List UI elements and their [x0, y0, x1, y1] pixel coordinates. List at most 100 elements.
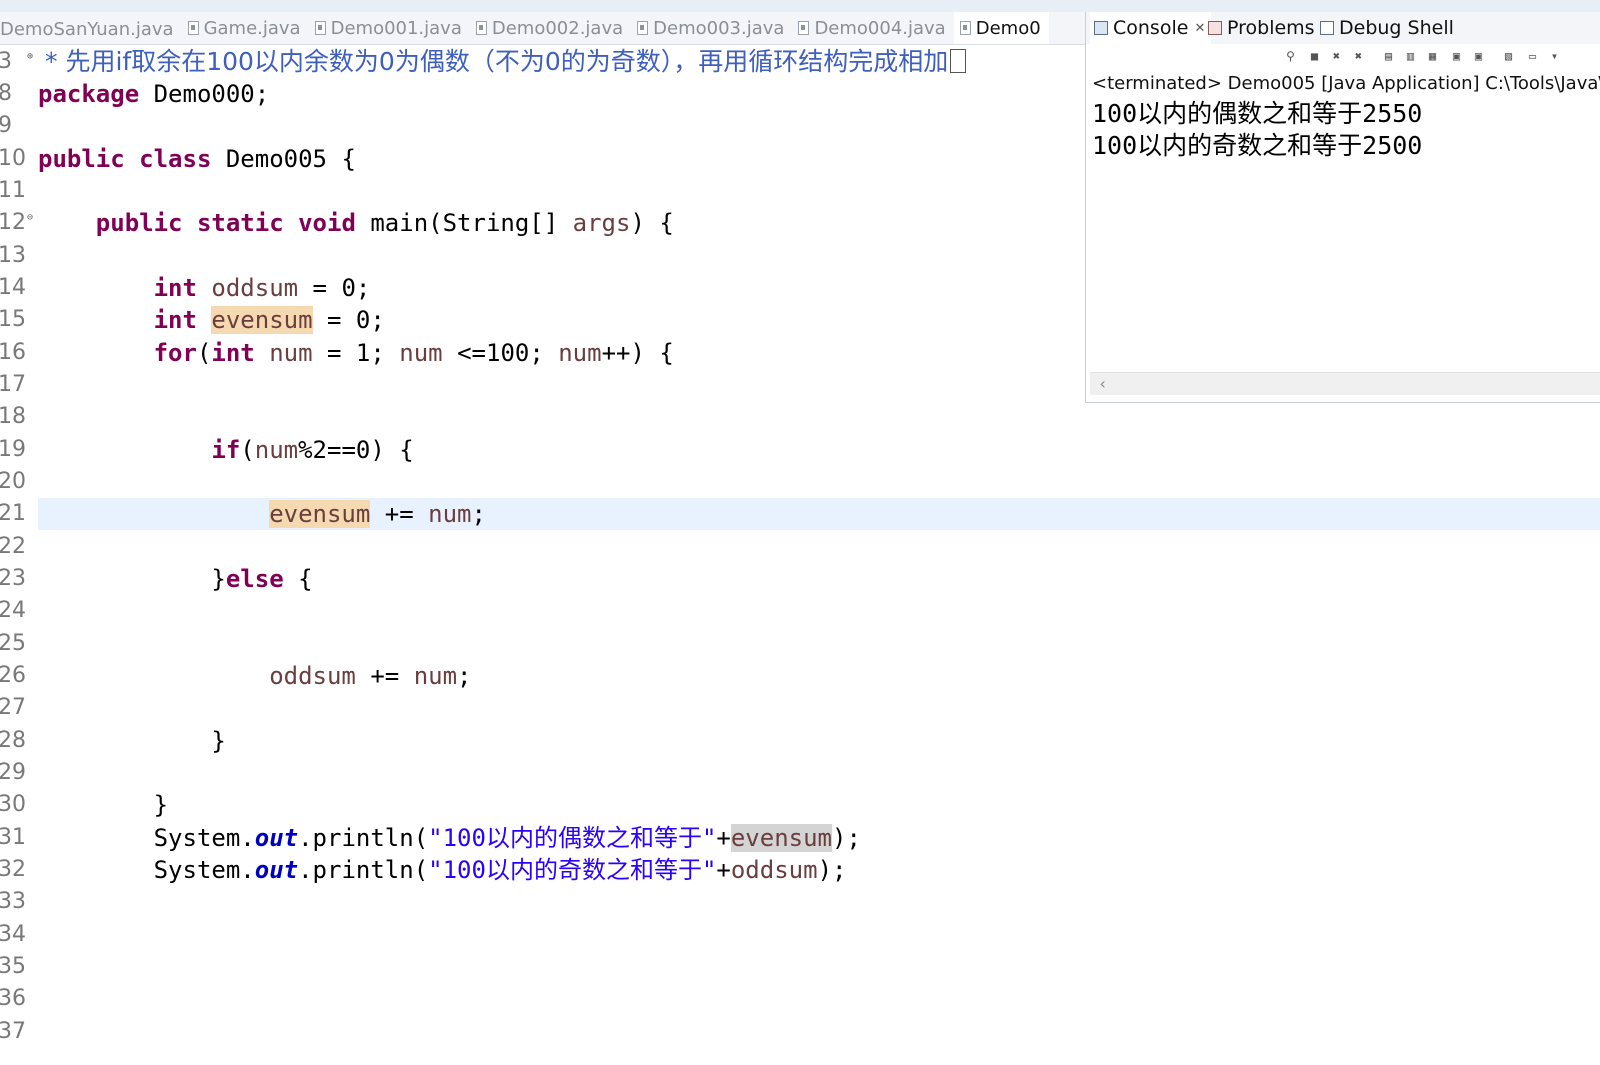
- variable-occurrence: evensum: [211, 306, 313, 334]
- tab-demo005-active[interactable]: Demo0: [953, 12, 1049, 44]
- code-line-36[interactable]: 36: [0, 983, 1090, 1015]
- code-line-35[interactable]: 35: [0, 951, 1090, 983]
- code-line-23[interactable]: 23 }else {: [0, 563, 1090, 595]
- code-line-31[interactable]: 31 System.out.println("100以内的偶数之和等于"+eve…: [0, 822, 1090, 854]
- code-editor[interactable]: 3 ⊕ * 先用if取余在100以内余数为0为偶数（不为0的为奇数），再用循环结构…: [0, 44, 1600, 1065]
- code-line-32[interactable]: 32 System.out.println("100以内的奇数之和等于"+odd…: [0, 854, 1090, 886]
- for-loop: for(int num = 1; num <=100; num++) {: [38, 337, 674, 369]
- code-line-20[interactable]: 20: [0, 466, 1090, 498]
- code-line-13[interactable]: 13: [0, 240, 1090, 272]
- tab-demo002[interactable]: Demo002.java: [470, 12, 631, 44]
- line-number: 9: [0, 113, 12, 138]
- code-line-24[interactable]: 24: [0, 595, 1090, 627]
- console-toolbar: ⚲ ■ ✖ ✖ ▤ ▥ ▦ ▣ ▣ ▧ ▭ ▾: [1086, 44, 1600, 70]
- code-line-19[interactable]: 19 if(num%2==0) {: [0, 434, 1090, 466]
- line-number: 19: [0, 437, 26, 462]
- problems-icon: [1208, 21, 1222, 35]
- static-field: out: [254, 824, 299, 852]
- java-file-icon: [187, 21, 199, 35]
- code-line-8[interactable]: 8 package Demo000;: [0, 78, 1090, 110]
- oddsum-declaration: int oddsum = 0;: [38, 272, 371, 304]
- tab-demo001[interactable]: Demo001.java: [309, 12, 470, 44]
- console-view: Console ✕ Problems Debug Shell ⚲ ■ ✖ ✖ ▤ …: [1085, 12, 1600, 403]
- tab-game[interactable]: Game.java: [182, 12, 309, 44]
- close-icon[interactable]: ✕: [1194, 21, 1205, 36]
- console-output[interactable]: 100以内的偶数之和等于2550 100以内的奇数之和等于2500: [1092, 98, 1600, 162]
- code-line-37[interactable]: 37: [0, 1016, 1090, 1048]
- code-line-18[interactable]: 18: [0, 401, 1090, 433]
- remove-launch-icon[interactable]: ✖: [1330, 50, 1343, 63]
- code-text: .println(: [298, 856, 429, 884]
- java-file-icon: [475, 21, 487, 35]
- tab-debug-shell[interactable]: Debug Shell: [1320, 12, 1454, 44]
- code-text: ) {: [630, 209, 674, 237]
- code-line-9[interactable]: 9: [0, 110, 1090, 142]
- tab-demo003[interactable]: Demo003.java: [631, 12, 792, 44]
- keyword: int: [153, 306, 197, 334]
- code-line-28[interactable]: 28 }: [0, 725, 1090, 757]
- word-wrap-icon[interactable]: ▥: [1404, 50, 1417, 63]
- code-line-22[interactable]: 22: [0, 531, 1090, 563]
- line-number: 13: [0, 243, 26, 268]
- code-line-21[interactable]: 21 evensum += num;: [0, 498, 1090, 530]
- closing-brace: }: [38, 789, 168, 821]
- tab-demosanyuan[interactable]: DemoSanYuan.java: [0, 14, 182, 45]
- static-field: out: [254, 856, 299, 884]
- open-console-icon[interactable]: ▭: [1526, 50, 1539, 63]
- keyword: class: [139, 145, 212, 173]
- fold-collapse-icon[interactable]: ⊖: [27, 212, 33, 223]
- pin-icon[interactable]: ⚲: [1284, 50, 1297, 63]
- tab-problems[interactable]: Problems: [1208, 12, 1315, 44]
- variable: num: [399, 339, 443, 367]
- line-number: 11: [0, 178, 26, 203]
- tab-demo004[interactable]: Demo004.java: [792, 12, 953, 44]
- line-number: 29: [0, 760, 26, 785]
- println-oddsum: System.out.println("100以内的奇数之和等于"+oddsum…: [38, 854, 847, 886]
- if-statement: if(num%2==0) {: [38, 434, 413, 466]
- line-number: 28: [0, 728, 26, 753]
- code-line-3[interactable]: 3 ⊕ * 先用if取余在100以内余数为0为偶数（不为0的为奇数），再用循环结构…: [0, 46, 1090, 78]
- line-number: 24: [0, 598, 26, 623]
- code-line-27[interactable]: 27: [0, 692, 1090, 724]
- scroll-left-icon[interactable]: ‹: [1098, 374, 1108, 393]
- variable-selected: evensum: [730, 824, 833, 852]
- keyword: for: [153, 339, 197, 367]
- variable: num: [558, 339, 602, 367]
- code-text: .println(: [298, 824, 429, 852]
- code-line-25[interactable]: 25: [0, 628, 1090, 660]
- scroll-lock-icon[interactable]: ▤: [1382, 50, 1395, 63]
- code-line-11[interactable]: 11: [0, 175, 1090, 207]
- line-number: 8: [0, 81, 12, 106]
- code-line-15[interactable]: 15 int evensum = 0;: [0, 304, 1090, 336]
- code-text: }: [211, 565, 226, 593]
- keyword: int: [153, 274, 197, 302]
- code-line-10[interactable]: 10 public class Demo005 {: [0, 143, 1090, 175]
- code-text: +: [716, 856, 731, 884]
- code-text: (: [196, 339, 212, 367]
- code-line-29[interactable]: 29: [0, 757, 1090, 789]
- pin-console-icon[interactable]: ▣: [1472, 50, 1485, 63]
- terminate-icon[interactable]: ■: [1308, 50, 1321, 63]
- code-text: }: [211, 727, 226, 755]
- console-horizontal-scrollbar[interactable]: ‹: [1090, 372, 1600, 395]
- keyword: public: [95, 209, 183, 237]
- code-line-30[interactable]: 30 }: [0, 789, 1090, 821]
- code-line-14[interactable]: 14 int oddsum = 0;: [0, 272, 1090, 304]
- code-line-33[interactable]: 33: [0, 886, 1090, 918]
- code-line-34[interactable]: 34: [0, 919, 1090, 951]
- show-on-stderr-icon[interactable]: ▣: [1450, 50, 1463, 63]
- console-tab-bar: Console ✕ Problems Debug Shell: [1086, 12, 1600, 44]
- line-number: 33: [0, 889, 26, 914]
- tab-console[interactable]: Console ✕: [1090, 12, 1212, 44]
- display-console-icon[interactable]: ▧: [1502, 50, 1515, 63]
- code-line-26[interactable]: 26 oddsum += num;: [0, 660, 1090, 692]
- fold-expand-icon[interactable]: ⊕: [27, 51, 33, 62]
- line-number: 25: [0, 631, 26, 656]
- show-on-stdout-icon[interactable]: ▦: [1426, 50, 1439, 63]
- code-line-17[interactable]: 17: [0, 369, 1090, 401]
- java-file-icon: [798, 21, 810, 35]
- code-line-12[interactable]: 12 ⊖ public static void main(String[] arg…: [0, 207, 1090, 239]
- remove-all-icon[interactable]: ✖: [1352, 50, 1365, 63]
- code-line-16[interactable]: 16 for(int num = 1; num <=100; num++) {: [0, 337, 1090, 369]
- view-menu-icon[interactable]: ▾: [1548, 50, 1561, 63]
